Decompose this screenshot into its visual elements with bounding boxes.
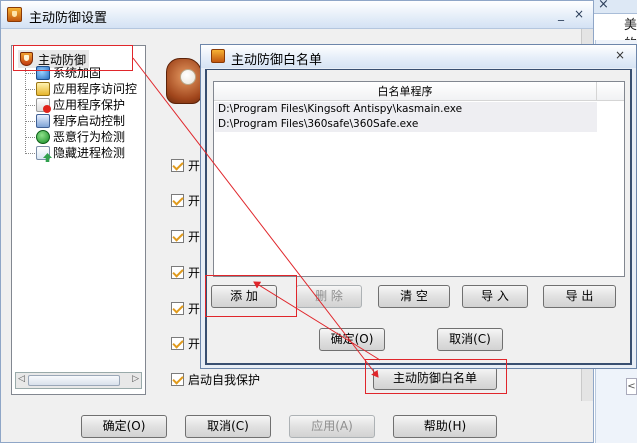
annotation-arrows — [132, 57, 381, 378]
arrow-root-to-whitelist — [132, 57, 379, 378]
arrow-whitelist-to-add — [253, 281, 381, 361]
